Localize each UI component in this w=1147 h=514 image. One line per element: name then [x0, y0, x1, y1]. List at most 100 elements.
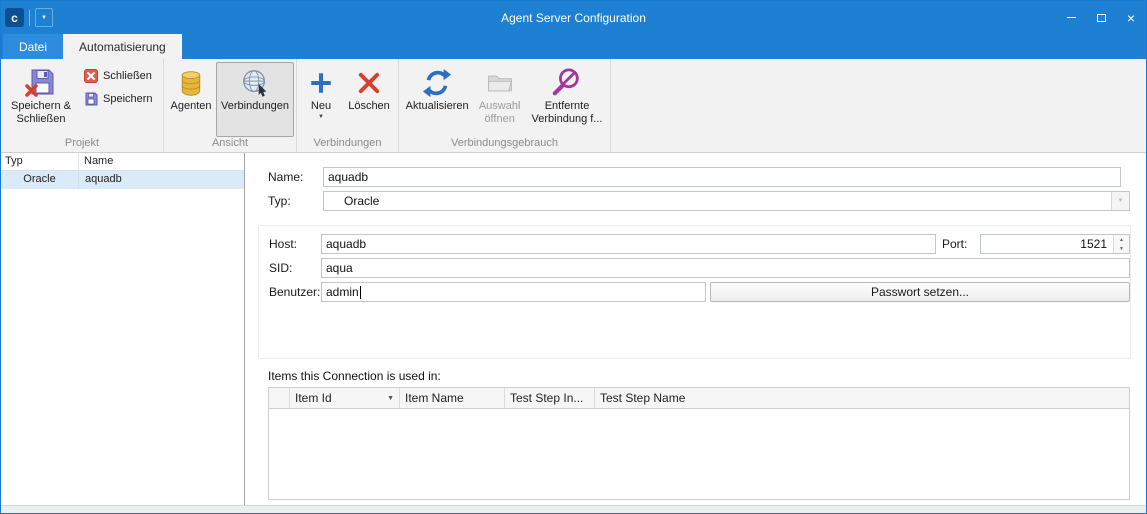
connection-detail-panel: Name: Typ: Oracle ▼ Host: Port:	[245, 153, 1146, 505]
connection-name-cell: aquadb	[79, 171, 244, 189]
sid-input[interactable]	[321, 258, 1130, 278]
port-spinner: ▲ ▼	[1113, 235, 1129, 253]
connection-typ-cell: Oracle	[1, 171, 79, 189]
name-input[interactable]	[323, 167, 1121, 187]
usage-header-item-name[interactable]: Item Name	[400, 388, 505, 408]
benutzer-row: Benutzer: admin Passwort setzen...	[269, 282, 1130, 302]
ribbon-group-verbindungen: Neu ▼ Löschen Verbindungen	[297, 59, 399, 152]
usage-grid-header: Item Id ▼ Item Name Test Step In... Test…	[269, 388, 1129, 409]
usage-header-item-id-label: Item Id	[295, 391, 332, 405]
close-button[interactable]: ×	[1116, 1, 1146, 34]
main-area: Typ Name Oracle aquadb Name: Typ: Oracle…	[1, 153, 1146, 505]
benutzer-value: admin	[326, 285, 359, 299]
text-cursor	[360, 286, 361, 299]
projekt-small-buttons: Schließen Speichern	[79, 62, 161, 137]
typ-value: Oracle	[324, 194, 1111, 208]
status-strip	[1, 505, 1146, 513]
minimize-icon	[1067, 17, 1076, 18]
ribbon-empty-space	[611, 59, 1146, 152]
ribbon-group-verbindungsgebrauch: Aktualisieren Auswahl öffnen	[399, 59, 611, 152]
speichern-button[interactable]: Speichern	[81, 89, 159, 109]
auswahl-oeffnen-button: Auswahl öffnen	[473, 62, 526, 137]
usage-header-item-id[interactable]: Item Id ▼	[290, 388, 400, 408]
globe-icon	[240, 66, 270, 100]
auswahl-oeffnen-label: Auswahl öffnen	[476, 100, 523, 126]
refresh-icon	[422, 66, 452, 100]
usage-header-indicator	[269, 388, 290, 408]
usage-title: Items this Connection is used in:	[268, 369, 1130, 385]
sid-row: SID:	[269, 258, 1130, 278]
spin-up-button[interactable]: ▲	[1114, 235, 1129, 244]
folder-icon	[486, 66, 514, 100]
window-controls: ×	[1056, 1, 1146, 34]
delete-x-icon	[356, 66, 382, 100]
speichern-label: Speichern	[103, 93, 153, 105]
port-label: Port:	[936, 237, 980, 251]
verbindungen-view-button[interactable]: Verbindungen	[216, 62, 294, 137]
typ-label: Typ:	[268, 194, 323, 208]
ribbon-group-ansicht: Agenten Verbindungen Ansich	[164, 59, 297, 152]
window-title: Agent Server Configuration	[1, 11, 1146, 25]
schliessen-button[interactable]: Schließen	[81, 66, 159, 86]
app-window: Agent Server Configuration c ▼ × Datei A…	[0, 0, 1147, 514]
ribbon-group-projekt: Speichern & Schließen Schließen	[1, 59, 164, 152]
agenten-button[interactable]: Agenten	[166, 62, 216, 137]
passwort-setzen-button[interactable]: Passwort setzen...	[710, 282, 1130, 302]
neu-label: Neu	[311, 100, 331, 113]
column-header-typ[interactable]: Typ	[1, 153, 79, 170]
maximize-icon	[1097, 14, 1106, 22]
sid-label: SID:	[269, 261, 321, 275]
usage-grid: Item Id ▼ Item Name Test Step In... Test…	[268, 387, 1130, 500]
host-input[interactable]	[321, 234, 936, 254]
usage-grid-body	[269, 409, 1129, 499]
minimize-button[interactable]	[1056, 1, 1086, 34]
usage-header-test-step-in[interactable]: Test Step In...	[505, 388, 595, 408]
port-spinbox: ▲ ▼	[980, 234, 1130, 254]
port-input[interactable]	[980, 234, 1130, 254]
save-and-close-button[interactable]: Speichern & Schließen	[3, 62, 79, 137]
group-label-verbindungsgebrauch: Verbindungsgebrauch	[399, 137, 610, 152]
neu-dropdown-icon: ▼	[318, 114, 324, 120]
connection-list-row[interactable]: Oracle aquadb	[1, 171, 244, 189]
neu-button[interactable]: Neu ▼	[299, 62, 343, 137]
entfernte-verbindung-label: Entfernte Verbindung f...	[529, 100, 605, 126]
entfernte-verbindung-button[interactable]: Entfernte Verbindung f...	[526, 62, 608, 137]
group-label-verbindungen: Verbindungen	[297, 137, 398, 152]
host-label: Host:	[269, 237, 321, 251]
maximize-button[interactable]	[1086, 1, 1116, 34]
remote-connection-icon	[552, 66, 582, 100]
tab-datei[interactable]: Datei	[3, 34, 63, 59]
verbindungen-view-label: Verbindungen	[221, 100, 289, 113]
group-label-ansicht: Ansicht	[164, 137, 296, 152]
tab-automatisierung[interactable]: Automatisierung	[63, 34, 182, 59]
typ-row: Typ: Oracle ▼	[268, 190, 1130, 211]
plus-icon	[308, 66, 334, 100]
sort-caret-icon: ▼	[387, 395, 394, 402]
save-close-icon	[25, 66, 57, 100]
usage-header-test-step-name[interactable]: Test Step Name	[595, 388, 1129, 408]
close-red-icon	[83, 69, 98, 84]
host-row: Host: Port: ▲ ▼	[269, 234, 1130, 254]
combo-dropdown-button[interactable]: ▼	[1111, 192, 1129, 210]
close-icon: ×	[1127, 11, 1135, 25]
aktualisieren-button[interactable]: Aktualisieren	[401, 62, 473, 137]
title-bar: Agent Server Configuration c ▼ ×	[1, 1, 1146, 34]
oracle-settings-group: Host: Port: ▲ ▼ SID: Be	[258, 225, 1131, 359]
ribbon: Speichern & Schließen Schließen	[1, 59, 1146, 153]
benutzer-input[interactable]: admin	[321, 282, 706, 302]
ribbon-tab-row: Datei Automatisierung	[1, 34, 1146, 59]
database-icon	[177, 66, 205, 100]
name-label: Name:	[268, 170, 323, 184]
column-header-name[interactable]: Name	[79, 153, 244, 170]
group-label-projekt: Projekt	[1, 137, 163, 152]
save-icon	[83, 92, 98, 107]
spin-down-button[interactable]: ▼	[1114, 244, 1129, 253]
chevron-down-icon: ▼	[1118, 198, 1124, 204]
loeschen-button[interactable]: Löschen	[343, 62, 395, 137]
aktualisieren-label: Aktualisieren	[406, 100, 469, 113]
connection-list-panel: Typ Name Oracle aquadb	[1, 153, 245, 505]
connection-list-header: Typ Name	[1, 153, 244, 171]
schliessen-label: Schließen	[103, 70, 152, 82]
typ-combobox[interactable]: Oracle ▼	[323, 191, 1130, 211]
name-row: Name:	[268, 166, 1130, 187]
